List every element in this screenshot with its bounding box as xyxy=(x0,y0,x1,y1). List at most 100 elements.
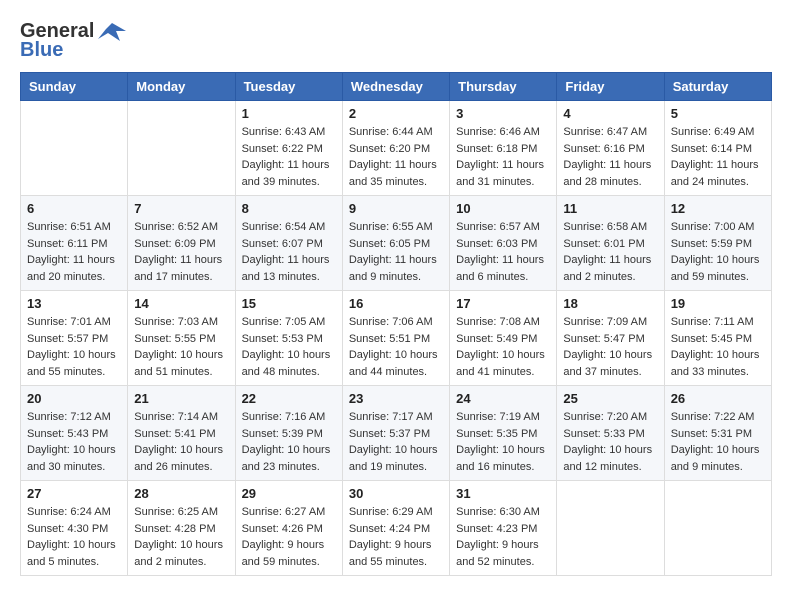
calendar-cell: 5Sunrise: 6:49 AMSunset: 6:14 PMDaylight… xyxy=(664,101,771,196)
day-number: 6 xyxy=(27,201,121,216)
calendar-cell: 12 Sunrise: 7:00 AMSunset: 5:59 PMDayligh… xyxy=(664,196,771,291)
calendar-cell: 26Sunrise: 7:22 AMSunset: 5:31 PMDayligh… xyxy=(664,386,771,481)
day-info: Sunrise: 6:51 AMSunset: 6:11 PMDaylight:… xyxy=(27,219,121,285)
day-number: 18 xyxy=(563,296,657,311)
calendar-cell: 29 Sunrise: 6:27 AMSunset: 4:26 PMDayligh… xyxy=(235,481,342,576)
day-info: Sunrise: 7:22 AMSunset: 5:31 PMDaylight:… xyxy=(671,409,765,475)
calendar-cell xyxy=(557,481,664,576)
day-info: Sunrise: 6:57 AMSunset: 6:03 PMDaylight:… xyxy=(456,219,550,285)
calendar-cell: 19 Sunrise: 7:11 AMSunset: 5:45 PMDayligh… xyxy=(664,291,771,386)
day-number: 7 xyxy=(134,201,228,216)
week-row-3: 13 Sunrise: 7:01 AMSunset: 5:57 PMDayligh… xyxy=(21,291,772,386)
day-info: Sunrise: 7:09 AMSunset: 5:47 PMDaylight:… xyxy=(563,314,657,380)
day-info: Sunrise: 7:17 AMSunset: 5:37 PMDaylight:… xyxy=(349,409,443,475)
day-number: 20 xyxy=(27,391,121,406)
day-number: 4 xyxy=(563,106,657,121)
day-info: Sunrise: 7:16 AMSunset: 5:39 PMDaylight:… xyxy=(242,409,336,475)
day-number: 5 xyxy=(671,106,765,121)
calendar-cell: 14Sunrise: 7:03 AMSunset: 5:55 PMDayligh… xyxy=(128,291,235,386)
calendar-cell: 24Sunrise: 7:19 AMSunset: 5:35 PMDayligh… xyxy=(450,386,557,481)
calendar-cell: 31 Sunrise: 6:30 AMSunset: 4:23 PMDayligh… xyxy=(450,481,557,576)
weekday-header-saturday: Saturday xyxy=(664,73,771,101)
calendar-cell: 21 Sunrise: 7:14 AMSunset: 5:41 PMDayligh… xyxy=(128,386,235,481)
calendar-cell: 30Sunrise: 6:29 AMSunset: 4:24 PMDayligh… xyxy=(342,481,449,576)
day-info: Sunrise: 6:54 AMSunset: 6:07 PMDaylight:… xyxy=(242,219,336,285)
day-info: Sunrise: 6:27 AMSunset: 4:26 PMDaylight:… xyxy=(242,504,336,570)
calendar-cell: 4 Sunrise: 6:47 AMSunset: 6:16 PMDaylight… xyxy=(557,101,664,196)
calendar-cell: 18 Sunrise: 7:09 AMSunset: 5:47 PMDayligh… xyxy=(557,291,664,386)
calendar-cell: 2Sunrise: 6:44 AMSunset: 6:20 PMDaylight… xyxy=(342,101,449,196)
logo-blue: Blue xyxy=(20,39,63,62)
day-info: Sunrise: 7:06 AMSunset: 5:51 PMDaylight:… xyxy=(349,314,443,380)
day-info: Sunrise: 7:11 AMSunset: 5:45 PMDaylight:… xyxy=(671,314,765,380)
day-info: Sunrise: 6:44 AMSunset: 6:20 PMDaylight:… xyxy=(349,124,443,190)
calendar-cell: 23 Sunrise: 7:17 AMSunset: 5:37 PMDayligh… xyxy=(342,386,449,481)
calendar-cell: 3 Sunrise: 6:46 AMSunset: 6:18 PMDaylight… xyxy=(450,101,557,196)
day-info: Sunrise: 6:25 AMSunset: 4:28 PMDaylight:… xyxy=(134,504,228,570)
day-info: Sunrise: 7:20 AMSunset: 5:33 PMDaylight:… xyxy=(563,409,657,475)
weekday-header-tuesday: Tuesday xyxy=(235,73,342,101)
day-number: 13 xyxy=(27,296,121,311)
day-info: Sunrise: 7:01 AMSunset: 5:57 PMDaylight:… xyxy=(27,314,121,380)
day-number: 24 xyxy=(456,391,550,406)
week-row-5: 27Sunrise: 6:24 AMSunset: 4:30 PMDayligh… xyxy=(21,481,772,576)
page-header: General Blue xyxy=(20,20,772,62)
day-number: 31 xyxy=(456,486,550,501)
day-number: 9 xyxy=(349,201,443,216)
calendar-cell: 13 Sunrise: 7:01 AMSunset: 5:57 PMDayligh… xyxy=(21,291,128,386)
calendar-cell: 22 Sunrise: 7:16 AMSunset: 5:39 PMDayligh… xyxy=(235,386,342,481)
week-row-4: 20 Sunrise: 7:12 AMSunset: 5:43 PMDayligh… xyxy=(21,386,772,481)
weekday-header-row: SundayMondayTuesdayWednesdayThursdayFrid… xyxy=(21,73,772,101)
day-number: 25 xyxy=(563,391,657,406)
day-info: Sunrise: 7:03 AMSunset: 5:55 PMDaylight:… xyxy=(134,314,228,380)
calendar-cell xyxy=(21,101,128,196)
weekday-header-friday: Friday xyxy=(557,73,664,101)
day-info: Sunrise: 6:58 AMSunset: 6:01 PMDaylight:… xyxy=(563,219,657,285)
day-info: Sunrise: 6:24 AMSunset: 4:30 PMDaylight:… xyxy=(27,504,121,570)
logo: General Blue xyxy=(20,20,126,62)
calendar-cell: 17Sunrise: 7:08 AMSunset: 5:49 PMDayligh… xyxy=(450,291,557,386)
calendar-cell: 9 Sunrise: 6:55 AMSunset: 6:05 PMDaylight… xyxy=(342,196,449,291)
day-number: 12 xyxy=(671,201,765,216)
day-number: 22 xyxy=(242,391,336,406)
day-number: 30 xyxy=(349,486,443,501)
week-row-1: 1 Sunrise: 6:43 AMSunset: 6:22 PMDaylight… xyxy=(21,101,772,196)
day-number: 10 xyxy=(456,201,550,216)
calendar-cell xyxy=(128,101,235,196)
day-info: Sunrise: 6:47 AMSunset: 6:16 PMDaylight:… xyxy=(563,124,657,190)
weekday-header-thursday: Thursday xyxy=(450,73,557,101)
day-info: Sunrise: 7:12 AMSunset: 5:43 PMDaylight:… xyxy=(27,409,121,475)
day-info: Sunrise: 7:14 AMSunset: 5:41 PMDaylight:… xyxy=(134,409,228,475)
calendar-cell: 6 Sunrise: 6:51 AMSunset: 6:11 PMDaylight… xyxy=(21,196,128,291)
weekday-header-wednesday: Wednesday xyxy=(342,73,449,101)
day-number: 11 xyxy=(563,201,657,216)
calendar-cell: 25 Sunrise: 7:20 AMSunset: 5:33 PMDayligh… xyxy=(557,386,664,481)
day-number: 19 xyxy=(671,296,765,311)
day-number: 15 xyxy=(242,296,336,311)
day-number: 23 xyxy=(349,391,443,406)
day-number: 21 xyxy=(134,391,228,406)
day-info: Sunrise: 6:55 AMSunset: 6:05 PMDaylight:… xyxy=(349,219,443,285)
calendar-table: SundayMondayTuesdayWednesdayThursdayFrid… xyxy=(20,72,772,576)
day-info: Sunrise: 6:43 AMSunset: 6:22 PMDaylight:… xyxy=(242,124,336,190)
calendar-cell: 10 Sunrise: 6:57 AMSunset: 6:03 PMDayligh… xyxy=(450,196,557,291)
weekday-header-monday: Monday xyxy=(128,73,235,101)
weekday-header-sunday: Sunday xyxy=(21,73,128,101)
calendar-cell: 8 Sunrise: 6:54 AMSunset: 6:07 PMDaylight… xyxy=(235,196,342,291)
day-info: Sunrise: 6:52 AMSunset: 6:09 PMDaylight:… xyxy=(134,219,228,285)
day-info: Sunrise: 7:00 AMSunset: 5:59 PMDaylight:… xyxy=(671,219,765,285)
day-info: Sunrise: 6:30 AMSunset: 4:23 PMDaylight:… xyxy=(456,504,550,570)
day-number: 1 xyxy=(242,106,336,121)
calendar-cell xyxy=(664,481,771,576)
day-info: Sunrise: 6:46 AMSunset: 6:18 PMDaylight:… xyxy=(456,124,550,190)
day-number: 16 xyxy=(349,296,443,311)
calendar-cell: 16 Sunrise: 7:06 AMSunset: 5:51 PMDayligh… xyxy=(342,291,449,386)
day-number: 8 xyxy=(242,201,336,216)
calendar-cell: 20 Sunrise: 7:12 AMSunset: 5:43 PMDayligh… xyxy=(21,386,128,481)
day-number: 29 xyxy=(242,486,336,501)
calendar-cell: 7 Sunrise: 6:52 AMSunset: 6:09 PMDaylight… xyxy=(128,196,235,291)
calendar-cell: 1 Sunrise: 6:43 AMSunset: 6:22 PMDaylight… xyxy=(235,101,342,196)
logo-bird-icon xyxy=(98,21,126,43)
day-number: 3 xyxy=(456,106,550,121)
day-info: Sunrise: 7:08 AMSunset: 5:49 PMDaylight:… xyxy=(456,314,550,380)
